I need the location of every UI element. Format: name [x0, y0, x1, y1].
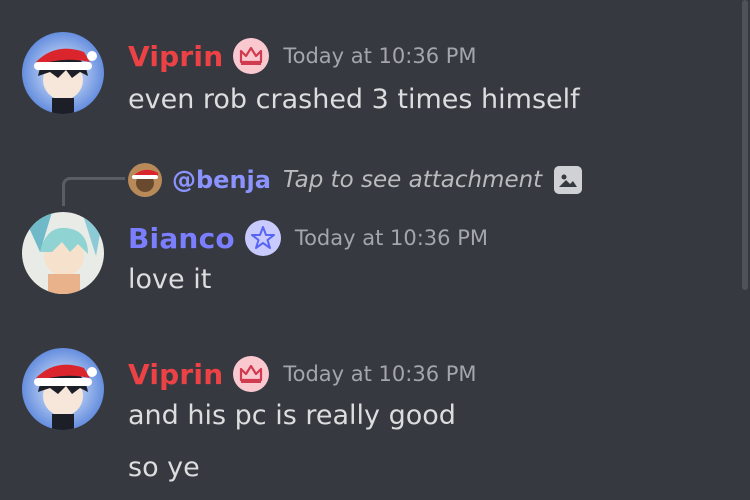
author-name[interactable]: Viprin	[128, 358, 223, 391]
scrollbar[interactable]	[740, 0, 748, 500]
timestamp: Today at 10:36 PM	[283, 44, 477, 68]
scrollbar-thumb[interactable]	[742, 0, 748, 290]
message-text: love it	[128, 264, 212, 295]
message-text: so ye	[128, 452, 200, 483]
message-text: even rob crashed 3 times himself	[128, 84, 580, 115]
message[interactable]: Bianco Today at 10:36 PM love it	[0, 200, 740, 310]
timestamp: Today at 10:36 PM	[294, 226, 488, 250]
message[interactable]: Viprin Today at 10:36 PM and his pc is r…	[0, 340, 740, 500]
crown-icon[interactable]	[233, 356, 270, 392]
author-name[interactable]: Viprin	[128, 40, 223, 73]
star-icon[interactable]	[244, 220, 281, 256]
avatar[interactable]	[22, 32, 104, 114]
timestamp: Today at 10:36 PM	[283, 362, 477, 386]
reply-mention[interactable]: @benja	[172, 166, 271, 194]
message[interactable]: Viprin Today at 10:36 PM even rob crashe…	[0, 0, 740, 140]
reply-text[interactable]: Tap to see attachment	[283, 167, 542, 193]
reply-avatar[interactable]	[128, 163, 162, 197]
author-name[interactable]: Bianco	[128, 222, 235, 255]
image-icon	[554, 166, 583, 194]
avatar[interactable]	[22, 212, 104, 294]
reply-preview[interactable]: @benja Tap to see attachment	[128, 163, 583, 197]
message-text: and his pc is really good	[128, 400, 456, 431]
avatar[interactable]	[22, 348, 104, 430]
crown-icon[interactable]	[233, 38, 270, 74]
